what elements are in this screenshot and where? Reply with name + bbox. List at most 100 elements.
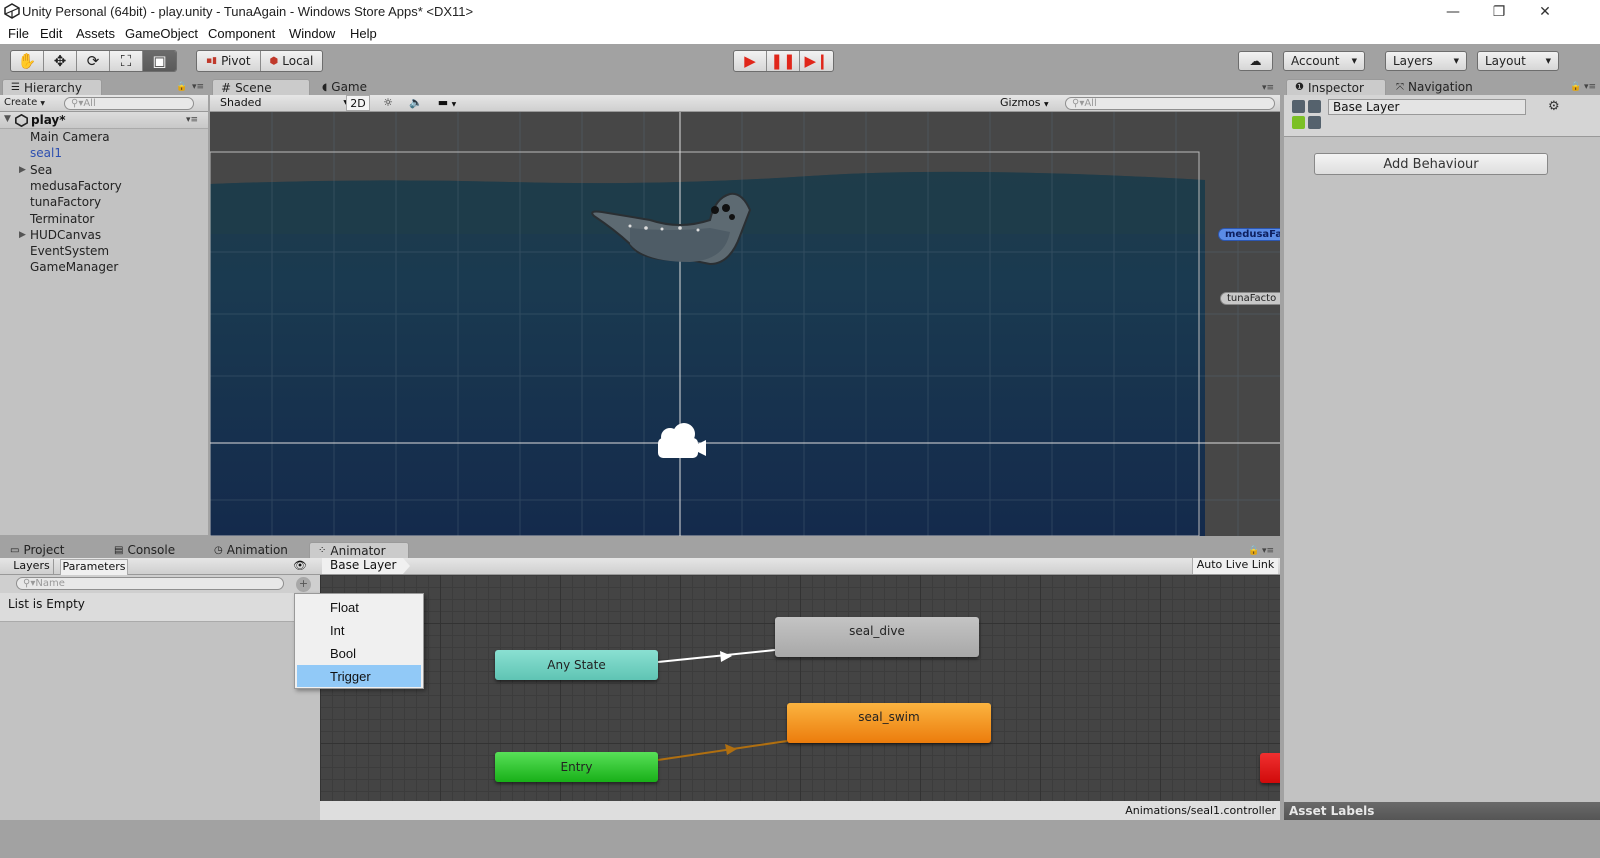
breadcrumb-base-layer[interactable]: Base Layer	[322, 558, 410, 574]
menu-item-bool[interactable]: Bool	[297, 642, 421, 664]
scene-viewport[interactable]: medusaFac tunaFacto	[210, 112, 1280, 536]
cloud-button[interactable]: ☁	[1238, 51, 1273, 71]
scene-search-input[interactable]: ⚲▾ All	[1065, 97, 1275, 110]
param-search-input[interactable]: ⚲▾ Name	[16, 577, 284, 590]
tuna-factory-label[interactable]: tunaFacto	[1220, 292, 1280, 305]
state-exit[interactable]	[1260, 753, 1280, 783]
rotate-tool-button[interactable]: ⟳	[77, 51, 110, 71]
pause-button[interactable]: ❚❚	[767, 51, 800, 71]
menu-edit[interactable]: Edit	[40, 26, 62, 41]
menu-gameobject[interactable]: GameObject	[125, 26, 198, 41]
menu-item-trigger[interactable]: Trigger	[297, 665, 421, 687]
auto-live-link-toggle[interactable]: Auto Live Link	[1192, 558, 1278, 574]
speaker-icon: 🔈	[409, 96, 423, 109]
lighting-toggle[interactable]: ☼	[376, 96, 400, 109]
hierarchy-item[interactable]: GameManager	[0, 259, 208, 275]
hierarchy-item-label: GameManager	[30, 260, 119, 275]
medusa-factory-label[interactable]: medusaFac	[1218, 228, 1280, 241]
tab-hierarchy[interactable]: ☰ Hierarchy	[2, 79, 102, 95]
menu-component[interactable]: Component	[208, 26, 275, 41]
step-button[interactable]: ▶❙	[800, 51, 833, 71]
move-tool-button[interactable]: ✥	[44, 51, 77, 71]
menu-item-int[interactable]: Int	[297, 619, 421, 641]
pivot-group: ▪▮ Pivot ⬢ Local	[196, 50, 324, 72]
scene-tabstrip: # Scene ◖ Game ▾≡	[210, 77, 1280, 95]
layout-dropdown[interactable]: Layout ▼	[1477, 51, 1559, 71]
hierarchy-item[interactable]: ▶ HUDCanvas	[0, 227, 208, 243]
hierarchy-search-input[interactable]: ⚲▾ All	[64, 97, 194, 110]
layer-name-field[interactable]: Base Layer	[1328, 99, 1526, 115]
expand-triangle-icon[interactable]: ▶	[19, 230, 26, 240]
add-parameter-button[interactable]: +	[296, 577, 311, 592]
hierarchy-item[interactable]: Terminator	[0, 211, 208, 227]
panel-menu-icon[interactable]: ▾≡	[186, 115, 198, 125]
expand-triangle-icon[interactable]: ▶	[19, 165, 26, 175]
menu-assets[interactable]: Assets	[76, 26, 115, 41]
close-button[interactable]: ✕	[1522, 0, 1568, 24]
scale-tool-button[interactable]: ⛶	[110, 51, 143, 71]
state-seal-dive[interactable]: seal_dive	[775, 617, 979, 657]
hierarchy-item[interactable]: medusaFactory	[0, 178, 208, 194]
hand-tool-button[interactable]: ✋	[11, 51, 44, 71]
rect-tool-button[interactable]: ▣	[143, 51, 176, 71]
minimize-button[interactable]: —	[1430, 0, 1476, 24]
main-toolbar: ✋ ✥ ⟳ ⛶ ▣ ▪▮ Pivot ⬢ Local ▶ ❚❚ ▶❙ ☁ Accou…	[0, 44, 1600, 77]
lock-icon[interactable]: 🔒	[1248, 546, 1259, 556]
hierarchy-item[interactable]: Main Camera	[0, 129, 208, 145]
restore-button[interactable]: ❐	[1476, 0, 1522, 24]
hierarchy-item[interactable]: ▶ Sea	[0, 162, 208, 178]
tab-game-label: Game	[331, 80, 368, 94]
tab-navigation[interactable]: ⤧ Navigation	[1388, 79, 1498, 95]
scene-root-row[interactable]: ▼ play* ▾≡	[0, 112, 208, 129]
lock-icon[interactable]: 🔒	[176, 82, 187, 92]
transitions-layer	[657, 649, 788, 761]
audio-toggle[interactable]: 🔈	[404, 96, 428, 109]
subtab-layers[interactable]: Layers	[10, 559, 54, 575]
transition-entry-to-seal-swim[interactable]	[657, 740, 788, 761]
tab-game[interactable]: ◖ Game	[314, 79, 394, 95]
hierarchy-item-label: Sea	[30, 162, 53, 177]
2d-toggle[interactable]: 2D	[346, 95, 370, 111]
pivot-label: Pivot	[221, 54, 251, 68]
effects-dropdown[interactable]: ▬ ▼	[432, 96, 462, 109]
tab-console[interactable]: ▤ Console	[106, 542, 206, 558]
tab-inspector[interactable]: ❶ Inspector	[1286, 79, 1386, 95]
panel-menu-icon[interactable]: ▾≡	[192, 82, 204, 92]
play-button[interactable]: ▶	[734, 51, 767, 71]
menu-help[interactable]: Help	[350, 26, 377, 41]
subtab-parameters[interactable]: Parameters	[60, 559, 128, 575]
animator-graph[interactable]: Any State Entry seal_dive seal_swim	[320, 575, 1280, 801]
gizmos-dropdown[interactable]: Gizmos ▼	[1000, 96, 1056, 109]
tab-project[interactable]: ▭ Project	[2, 542, 102, 558]
hierarchy-item[interactable]: EventSystem	[0, 243, 208, 259]
menu-file[interactable]: File	[8, 26, 29, 41]
tab-animation[interactable]: ◷ Animation	[206, 542, 306, 558]
transition-anystate-to-seal-dive[interactable]	[657, 649, 776, 663]
state-any-state[interactable]: Any State	[495, 650, 658, 680]
hierarchy-item[interactable]: seal1	[0, 145, 208, 161]
layers-dropdown[interactable]: Layers ▼	[1385, 51, 1467, 71]
lock-icon[interactable]: 🔒	[1570, 82, 1581, 92]
asset-labels-header[interactable]: Asset Labels	[1284, 802, 1600, 820]
expanded-triangle-icon[interactable]: ▼	[4, 114, 11, 124]
account-dropdown[interactable]: Account ▼	[1283, 51, 1365, 71]
state-seal-swim[interactable]: seal_swim	[787, 703, 991, 743]
tab-scene[interactable]: # Scene	[212, 79, 310, 95]
tab-animator[interactable]: ⁘ Animator	[309, 542, 409, 558]
menu-item-float[interactable]: Float	[297, 596, 421, 618]
create-dropdown[interactable]: Create ▼	[4, 97, 45, 108]
gear-icon[interactable]: ⚙	[1548, 99, 1560, 114]
hierarchy-item[interactable]: tunaFactory	[0, 194, 208, 210]
empty-list-message: List is Empty	[0, 593, 294, 622]
state-entry[interactable]: Entry	[495, 752, 658, 782]
panel-menu-icon[interactable]: ▾≡	[1262, 546, 1274, 556]
eye-icon[interactable]: 👁	[293, 559, 307, 572]
local-toggle[interactable]: ⬢ Local	[261, 51, 323, 71]
add-behaviour-button[interactable]: Add Behaviour	[1314, 153, 1548, 175]
pivot-toggle[interactable]: ▪▮ Pivot	[197, 51, 261, 71]
panel-menu-icon[interactable]: ▾≡	[1262, 83, 1274, 93]
panel-menu-icon[interactable]: ▾≡	[1584, 82, 1596, 92]
menu-window[interactable]: Window	[289, 26, 335, 41]
shading-mode-dropdown[interactable]: Shaded▼	[220, 96, 348, 109]
search-icon: ⚲▾	[1072, 98, 1085, 109]
